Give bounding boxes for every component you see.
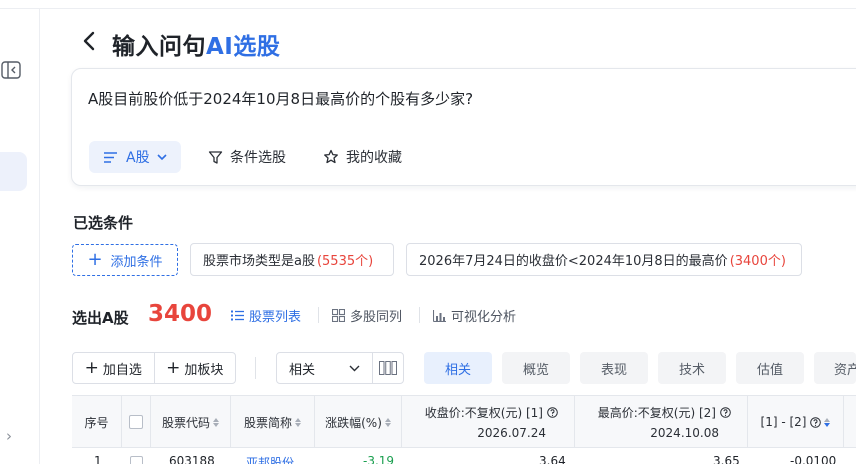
action-button-group: + 加自选 + 加板块 bbox=[72, 352, 236, 384]
sort-desc-icon bbox=[824, 417, 831, 427]
tab-visual-analysis-label: 可视化分析 bbox=[451, 310, 517, 325]
condition-tag-price[interactable]: 2026年7月24日的收盘价<2024年10月8日的最高价 (3400个) bbox=[406, 243, 802, 276]
toolbar-divider bbox=[255, 357, 256, 379]
col-code-label: 股票代码 bbox=[161, 415, 210, 430]
columns-icon bbox=[379, 361, 397, 375]
add-condition-button[interactable]: + 添加条件 bbox=[72, 244, 178, 276]
favorites-label: 我的收藏 bbox=[346, 150, 402, 166]
condition-tag-text: 股票市场类型是a股 bbox=[203, 254, 315, 269]
col-code[interactable]: 股票代码 bbox=[151, 396, 231, 448]
plus-icon: + bbox=[166, 357, 181, 378]
grid-icon bbox=[332, 309, 345, 322]
tab-valuation[interactable]: 估值 bbox=[736, 352, 804, 384]
sidebar-collapse-icon[interactable] bbox=[1, 61, 21, 79]
col-close-date: 2026.07.24 bbox=[477, 426, 546, 440]
sort-select[interactable]: 相关 bbox=[276, 352, 373, 384]
add-watchlist-button[interactable]: + 加自选 bbox=[73, 353, 154, 383]
col-high[interactable]: 最高价:不复权(元) [2] 2024.10.08 bbox=[575, 396, 748, 448]
row-index: 1 bbox=[94, 454, 102, 464]
tab-assets[interactable]: 资产 bbox=[814, 352, 856, 384]
selected-conditions-heading: 已选条件 bbox=[73, 214, 134, 232]
condition-tag-count: (3400个) bbox=[729, 254, 786, 269]
add-sector-button[interactable]: + 加板块 bbox=[153, 353, 236, 383]
results-count: 3400 bbox=[148, 301, 213, 327]
col-select bbox=[122, 396, 151, 448]
chevron-down-icon bbox=[157, 153, 167, 160]
condition-tag-market[interactable]: 股票市场类型是a股 (5535个) bbox=[190, 243, 394, 276]
row-code: 603188 bbox=[169, 454, 215, 464]
view-divider bbox=[419, 307, 420, 323]
col-high-label: 最高价:不复权(元) [2] bbox=[597, 406, 716, 420]
col-index-label: 序号 bbox=[84, 415, 109, 430]
help-icon[interactable] bbox=[547, 407, 558, 418]
tab-visual-analysis[interactable]: 可视化分析 bbox=[433, 306, 516, 325]
sort-icon bbox=[295, 417, 301, 427]
col-change-label: 涨跌幅(%) bbox=[325, 415, 382, 430]
market-label: A股 bbox=[126, 150, 150, 166]
col-diff-label: [1] - [2] bbox=[760, 415, 807, 429]
view-divider bbox=[318, 307, 319, 323]
condition-select-label: 条件选股 bbox=[230, 150, 286, 166]
market-select-button[interactable]: A股 bbox=[89, 141, 181, 173]
row-high: 3.65 bbox=[713, 454, 740, 464]
add-sector-label: 加板块 bbox=[184, 362, 224, 378]
table-row[interactable]: 1 603188 亚邦股份 -3.19 3.64 3.65 -0.0100 bbox=[72, 449, 856, 464]
col-close-label: 收盘价:不复权(元) [1] bbox=[424, 406, 543, 420]
column-settings-button[interactable] bbox=[372, 352, 404, 384]
help-icon[interactable] bbox=[810, 416, 822, 428]
back-arrow-icon[interactable] bbox=[80, 30, 98, 52]
row-diff: -0.0100 bbox=[790, 454, 837, 464]
tab-overview[interactable]: 概览 bbox=[502, 352, 570, 384]
col-index: 序号 bbox=[72, 396, 122, 448]
page-title: 输入问句AI选股 bbox=[112, 34, 281, 60]
filter-lines-icon bbox=[104, 151, 117, 163]
tab-stock-list[interactable]: 股票列表 bbox=[231, 306, 301, 325]
row-change: -3.19 bbox=[363, 454, 395, 464]
col-change[interactable]: 涨跌幅(%) bbox=[315, 396, 402, 448]
col-name-label: 股票简称 bbox=[243, 415, 292, 430]
sort-select-value: 相关 bbox=[289, 362, 316, 378]
row-checkbox[interactable] bbox=[130, 456, 143, 464]
col-high-date: 2024.10.08 bbox=[650, 426, 719, 440]
sidebar-item-active[interactable] bbox=[0, 152, 27, 191]
condition-tag-count: (5535个) bbox=[316, 254, 374, 269]
col-close[interactable]: 收盘价:不复权(元) [1] 2026.07.24 bbox=[402, 396, 575, 448]
query-card: A股目前股价低于2024年10月8日最高价的个股有多少家? A股 条件选股 我的… bbox=[71, 68, 856, 186]
query-input[interactable]: A股目前股价低于2024年10月8日最高价的个股有多少家? bbox=[88, 88, 473, 109]
chevron-down-icon bbox=[349, 365, 360, 372]
help-icon[interactable] bbox=[720, 407, 731, 418]
star-icon bbox=[324, 149, 338, 164]
add-watchlist-label: 加自选 bbox=[102, 362, 142, 378]
tab-multi-stock-label: 多股同列 bbox=[350, 310, 403, 325]
sort-icon bbox=[213, 417, 219, 427]
bar-chart-icon bbox=[433, 309, 446, 322]
tab-performance[interactable]: 表现 bbox=[580, 352, 648, 384]
row-name-link[interactable]: 亚邦股份 bbox=[246, 454, 294, 464]
tab-stock-list-label: 股票列表 bbox=[249, 310, 302, 325]
row-close: 3.64 bbox=[539, 454, 566, 464]
favorites-button[interactable]: 我的收藏 bbox=[323, 141, 402, 173]
list-icon bbox=[231, 310, 244, 321]
condition-tag-text: 2026年7月24日的收盘价<2024年10月8日的最高价 bbox=[419, 254, 728, 269]
col-diff[interactable]: [1] - [2] bbox=[748, 396, 844, 448]
col-name[interactable]: 股票简称 bbox=[231, 396, 315, 448]
plus-icon: + bbox=[84, 357, 99, 378]
select-all-checkbox[interactable] bbox=[129, 415, 143, 429]
tab-multi-stock[interactable]: 多股同列 bbox=[332, 306, 402, 325]
sidebar: › bbox=[0, 9, 40, 464]
results-label: 选出A股 bbox=[72, 309, 129, 327]
table-header: 序号 股票代码 股票简称 涨跌幅(%) 收盘价:不复权(元) [1] 2026.0… bbox=[72, 396, 856, 448]
results-table: 序号 股票代码 股票简称 涨跌幅(%) 收盘价:不复权(元) [1] 2026.0… bbox=[72, 395, 856, 464]
top-divider bbox=[0, 8, 856, 9]
condition-select-button[interactable]: 条件选股 bbox=[208, 141, 286, 173]
plus-icon: + bbox=[87, 249, 103, 270]
sort-icon bbox=[384, 417, 391, 427]
tab-related[interactable]: 相关 bbox=[424, 352, 492, 384]
add-condition-label: 添加条件 bbox=[110, 254, 163, 270]
filter-funnel-icon bbox=[208, 150, 223, 164]
sidebar-expand-chevron-icon[interactable]: › bbox=[6, 427, 12, 445]
tab-technical[interactable]: 技术 bbox=[658, 352, 726, 384]
